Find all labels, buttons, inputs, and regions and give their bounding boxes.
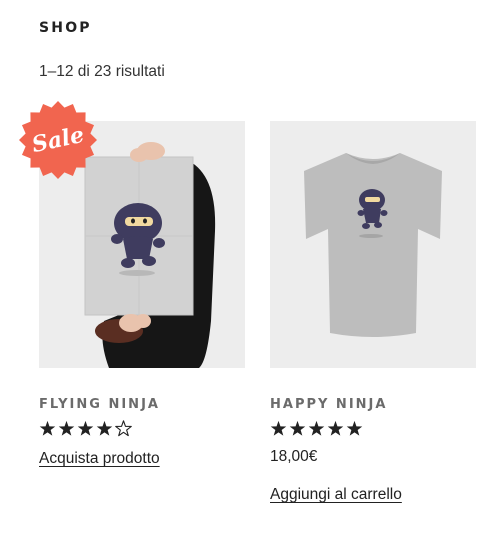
product-price: 18,00€ <box>270 448 318 465</box>
product-title[interactable]: HAPPY NINJA <box>270 397 476 412</box>
product-image-happy-ninja[interactable] <box>270 121 476 368</box>
star-filled-icon <box>96 420 113 436</box>
select-product-link[interactable]: Acquista prodotto <box>39 450 160 468</box>
star-filled-icon <box>327 420 344 436</box>
star-filled-icon <box>58 420 75 436</box>
sale-badge-label: Sale <box>29 121 87 159</box>
add-to-cart-link[interactable]: Aggiungi al carrello <box>270 486 402 504</box>
product-card-happy-ninja: HAPPY NINJA 18,00€ Aggiungi al carrello <box>270 121 476 504</box>
star-rating <box>270 420 476 440</box>
product-title[interactable]: FLYING NINJA <box>39 397 245 412</box>
star-filled-icon <box>308 420 325 436</box>
star-empty-icon <box>115 420 132 437</box>
tshirt-ninja-image <box>270 121 476 368</box>
star-filled-icon <box>346 420 363 436</box>
sale-badge: Sale <box>18 100 98 180</box>
result-count: 1–12 di 23 risultati <box>39 63 165 80</box>
star-rating <box>39 420 245 440</box>
star-filled-icon <box>39 420 56 436</box>
star-filled-icon <box>77 420 94 436</box>
product-card-flying-ninja: Sale FLYING NINJA Acquista prodotto <box>19 101 245 468</box>
page-title: SHOP <box>39 20 92 36</box>
star-filled-icon <box>289 420 306 436</box>
star-filled-icon <box>270 420 287 436</box>
